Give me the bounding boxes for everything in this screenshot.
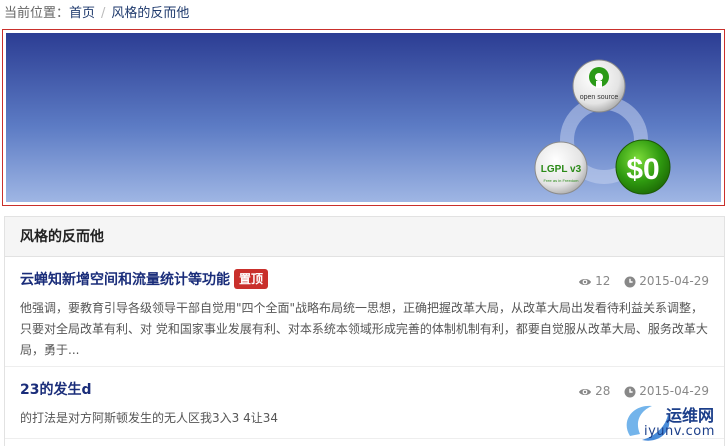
eye-icon	[579, 279, 592, 285]
opensource-logo: open source	[572, 59, 626, 113]
svg-text:Free as in Freedom: Free as in Freedom	[544, 178, 580, 183]
post-date: 2015-04-29	[639, 384, 709, 398]
eye-icon	[579, 389, 592, 395]
post-meta: 28 2015-04-29	[568, 381, 709, 401]
svg-text:open source: open source	[580, 94, 619, 101]
breadcrumb-separator: /	[101, 6, 106, 21]
post-title-link[interactable]: 23的发生d	[20, 382, 92, 398]
svg-text:$0: $0	[626, 153, 659, 186]
list-item: 云蝉知新增空间和流量统计等功能 置顶 12 2015-04-29 他强调，要教育引…	[5, 257, 724, 367]
sticky-badge: 置顶	[234, 269, 269, 289]
watermark-en: iyunv.com	[644, 424, 715, 439]
clock-icon	[624, 386, 636, 398]
category-banner: open source LGPL v3 Free as in Freedom $…	[2, 29, 725, 206]
panel-title: 风格的反而他	[5, 217, 724, 257]
breadcrumb-home-link[interactable]: 首页	[69, 6, 95, 21]
watermark-cn: 运维网	[666, 406, 715, 425]
view-count: 28	[595, 384, 611, 398]
dollar-zero-logo: $0	[615, 139, 671, 195]
breadcrumb-label: 当前位置：	[4, 6, 70, 21]
site-watermark: 运维网 iyunv.com	[620, 400, 727, 446]
post-date: 2015-04-29	[639, 274, 709, 288]
post-summary: 他强调，要教育引导各级领导干部自觉用"四个全面"战略布局统一思想，正确把握改革大…	[20, 301, 708, 357]
svg-text:LGPL v3: LGPL v3	[541, 164, 582, 175]
clock-icon	[624, 276, 636, 288]
list-item: 23的发生d 28 2015-04-29 的打法是对方阿斯顿发生的无人区我3入3…	[5, 367, 724, 439]
banner-image: open source LGPL v3 Free as in Freedom $…	[6, 33, 721, 202]
post-meta: 12 2015-04-29	[568, 271, 709, 291]
license-graphic: open source LGPL v3 Free as in Freedom $…	[534, 59, 671, 195]
breadcrumb: 当前位置：首页 / 风格的反而他	[4, 4, 189, 24]
view-count: 12	[595, 274, 611, 288]
post-summary: 的打法是对方阿斯顿发生的无人区我3入3 4让34	[20, 411, 278, 425]
lgpl-logo: LGPL v3 Free as in Freedom	[534, 141, 588, 195]
article-list-panel: 风格的反而他 云蝉知新增空间和流量统计等功能 置顶 12 2015-04-29 他…	[4, 216, 725, 446]
breadcrumb-current-link[interactable]: 风格的反而他	[111, 6, 189, 21]
post-title-link[interactable]: 云蝉知新增空间和流量统计等功能	[20, 272, 230, 288]
